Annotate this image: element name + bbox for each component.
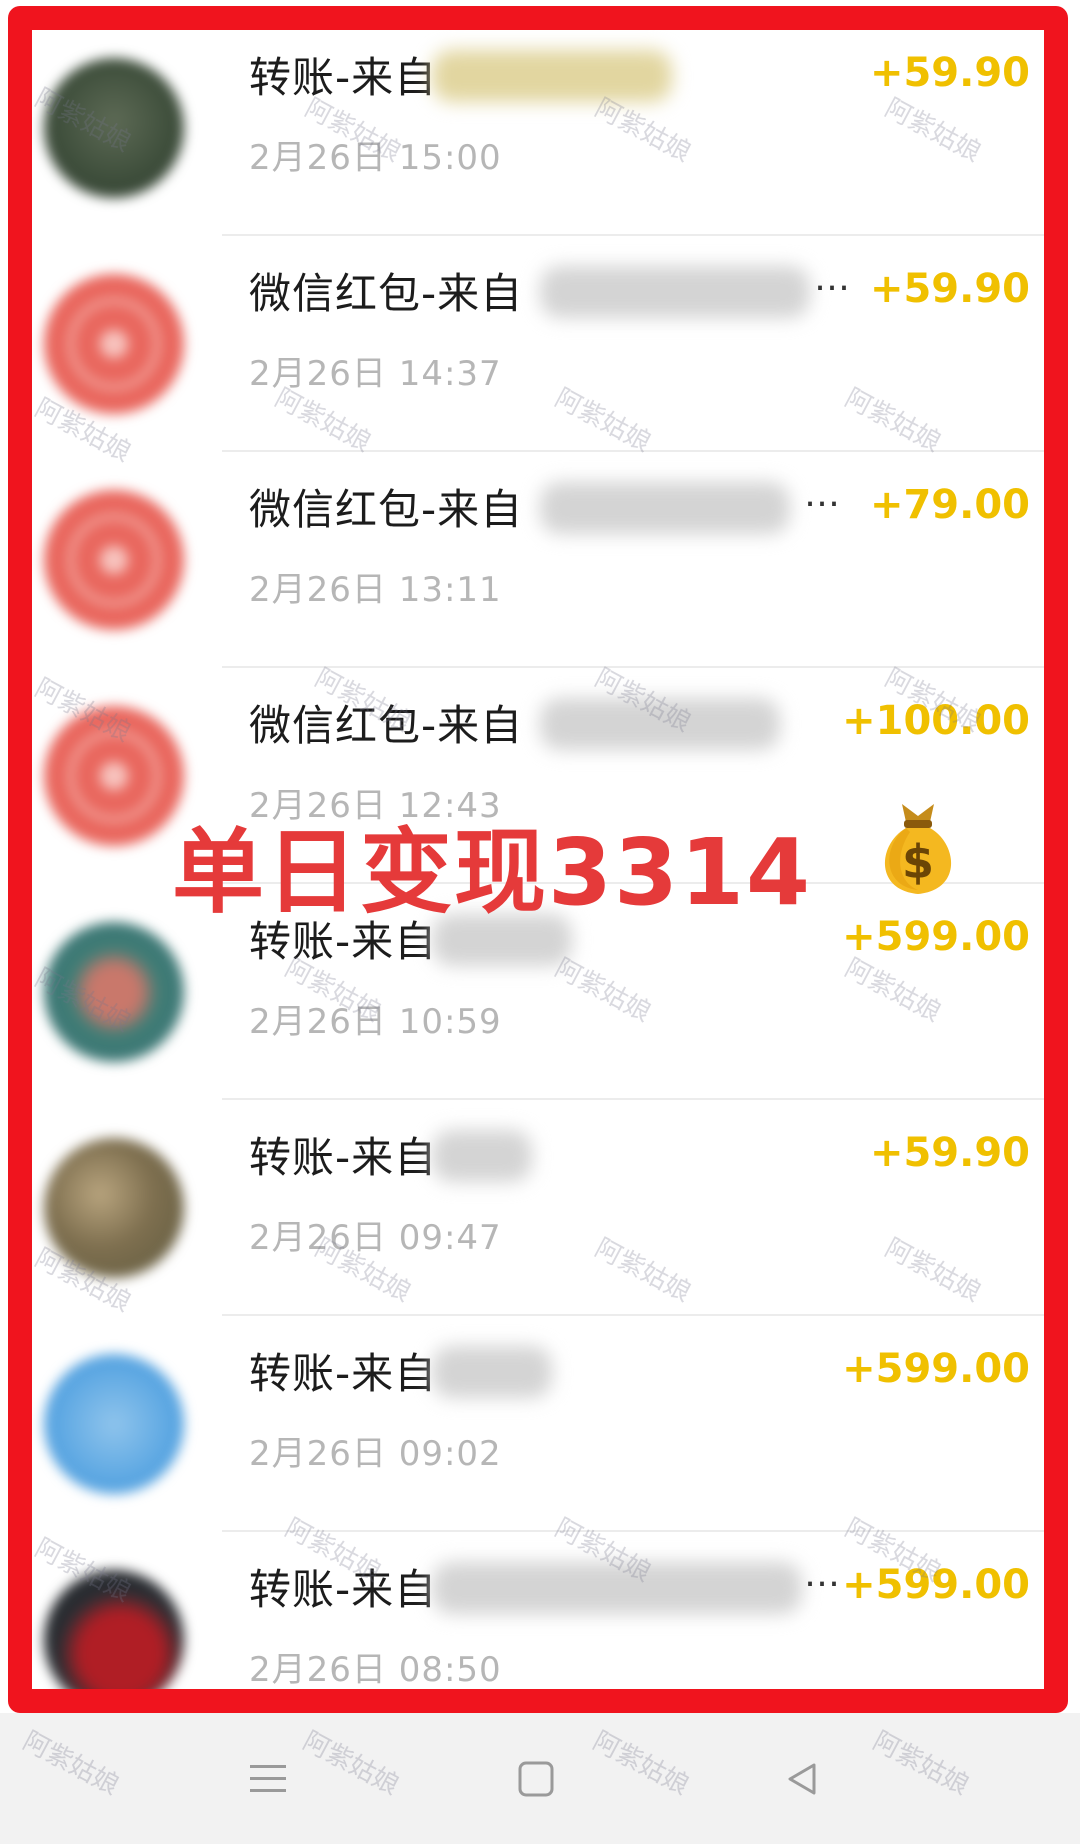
blurred-sender-name <box>540 266 810 318</box>
ellipsis: … <box>804 474 840 515</box>
transaction-time: 2月26日 08:50 <box>249 1650 502 1690</box>
transaction-title: 转账-来自 <box>249 53 438 102</box>
blurred-sender-name <box>432 1562 802 1614</box>
ellipsis: … <box>804 1554 840 1595</box>
transaction-amount: +59.90 <box>869 1130 1030 1176</box>
transaction-time: 2月26日 09:02 <box>249 1434 502 1474</box>
back-triangle-icon[interactable] <box>772 1749 832 1809</box>
home-square-icon[interactable] <box>506 1749 566 1809</box>
money-bag-icon: $ <box>884 804 952 894</box>
transaction-amount: +599.00 <box>842 1562 1030 1608</box>
blurred-sender-name <box>432 1346 552 1398</box>
transaction-time: 2月26日 15:00 <box>249 138 502 178</box>
blurred-sender-name <box>432 50 672 102</box>
transaction-amount: +599.00 <box>842 1346 1030 1392</box>
transaction-row[interactable]: 转账-来自 2月26日 09:47 +59.90 <box>32 1100 1044 1316</box>
menu-icon[interactable] <box>238 1749 298 1809</box>
blurred-sender-name <box>540 698 780 750</box>
blurred-sender-name <box>432 1130 532 1182</box>
screen: 阿 紫 姑 娘 转账-来自 2月26日 15:00 +59.90 微信红包-来自… <box>0 0 1080 1844</box>
watermark-small: 阿紫姑娘 <box>587 1726 694 1802</box>
transaction-title: 微信红包-来自 <box>249 701 524 750</box>
avatar <box>44 58 184 198</box>
blurred-sender-name <box>540 482 790 534</box>
red-packet-icon <box>44 490 184 630</box>
avatar <box>44 1570 184 1689</box>
transaction-title: 微信红包-来自 <box>249 269 524 318</box>
transaction-amount: +100.00 <box>842 698 1030 744</box>
system-nav-bar: 阿紫姑娘 阿紫姑娘 阿紫姑娘 阿紫姑娘 <box>0 1713 1080 1844</box>
avatar <box>44 1138 184 1278</box>
transaction-row[interactable]: 转账-来自 2月26日 09:02 +599.00 <box>32 1316 1044 1532</box>
transaction-row[interactable]: 转账-来自 2月26日 15:00 +59.90 <box>32 30 1044 236</box>
avatar <box>44 922 184 1062</box>
transaction-amount: +59.90 <box>869 50 1030 96</box>
watermark-small: 阿紫姑娘 <box>867 1726 974 1802</box>
transaction-title: 微信红包-来自 <box>249 485 524 534</box>
watermark-small: 阿紫姑娘 <box>17 1726 124 1802</box>
earnings-banner: 单日变现3314 <box>172 819 813 926</box>
watermark-small: 阿紫姑娘 <box>297 1726 404 1802</box>
ellipsis: … <box>814 258 850 299</box>
transaction-title: 转账-来自 <box>249 1349 438 1398</box>
red-packet-icon <box>44 706 184 846</box>
transaction-time: 2月26日 14:37 <box>249 354 502 394</box>
avatar <box>44 1354 184 1494</box>
transaction-row[interactable]: 微信红包-来自 … 2月26日 14:37 +59.90 <box>32 236 1044 452</box>
transaction-title: 转账-来自 <box>249 1565 438 1614</box>
transaction-time: 2月26日 10:59 <box>249 1002 502 1042</box>
transaction-amount: +79.00 <box>869 482 1030 528</box>
transaction-title: 转账-来自 <box>249 1133 438 1182</box>
transaction-amount: +59.90 <box>869 266 1030 312</box>
transaction-row[interactable]: 转账-来自 … 2月26日 08:50 +599.00 <box>32 1532 1044 1690</box>
red-packet-icon <box>44 274 184 414</box>
transaction-time: 2月26日 13:11 <box>249 570 502 610</box>
transaction-row[interactable]: 微信红包-来自 … 2月26日 13:11 +79.00 <box>32 452 1044 668</box>
svg-text:$: $ <box>902 835 934 889</box>
transaction-time: 2月26日 09:47 <box>249 1218 502 1258</box>
transaction-amount: +599.00 <box>842 914 1030 960</box>
